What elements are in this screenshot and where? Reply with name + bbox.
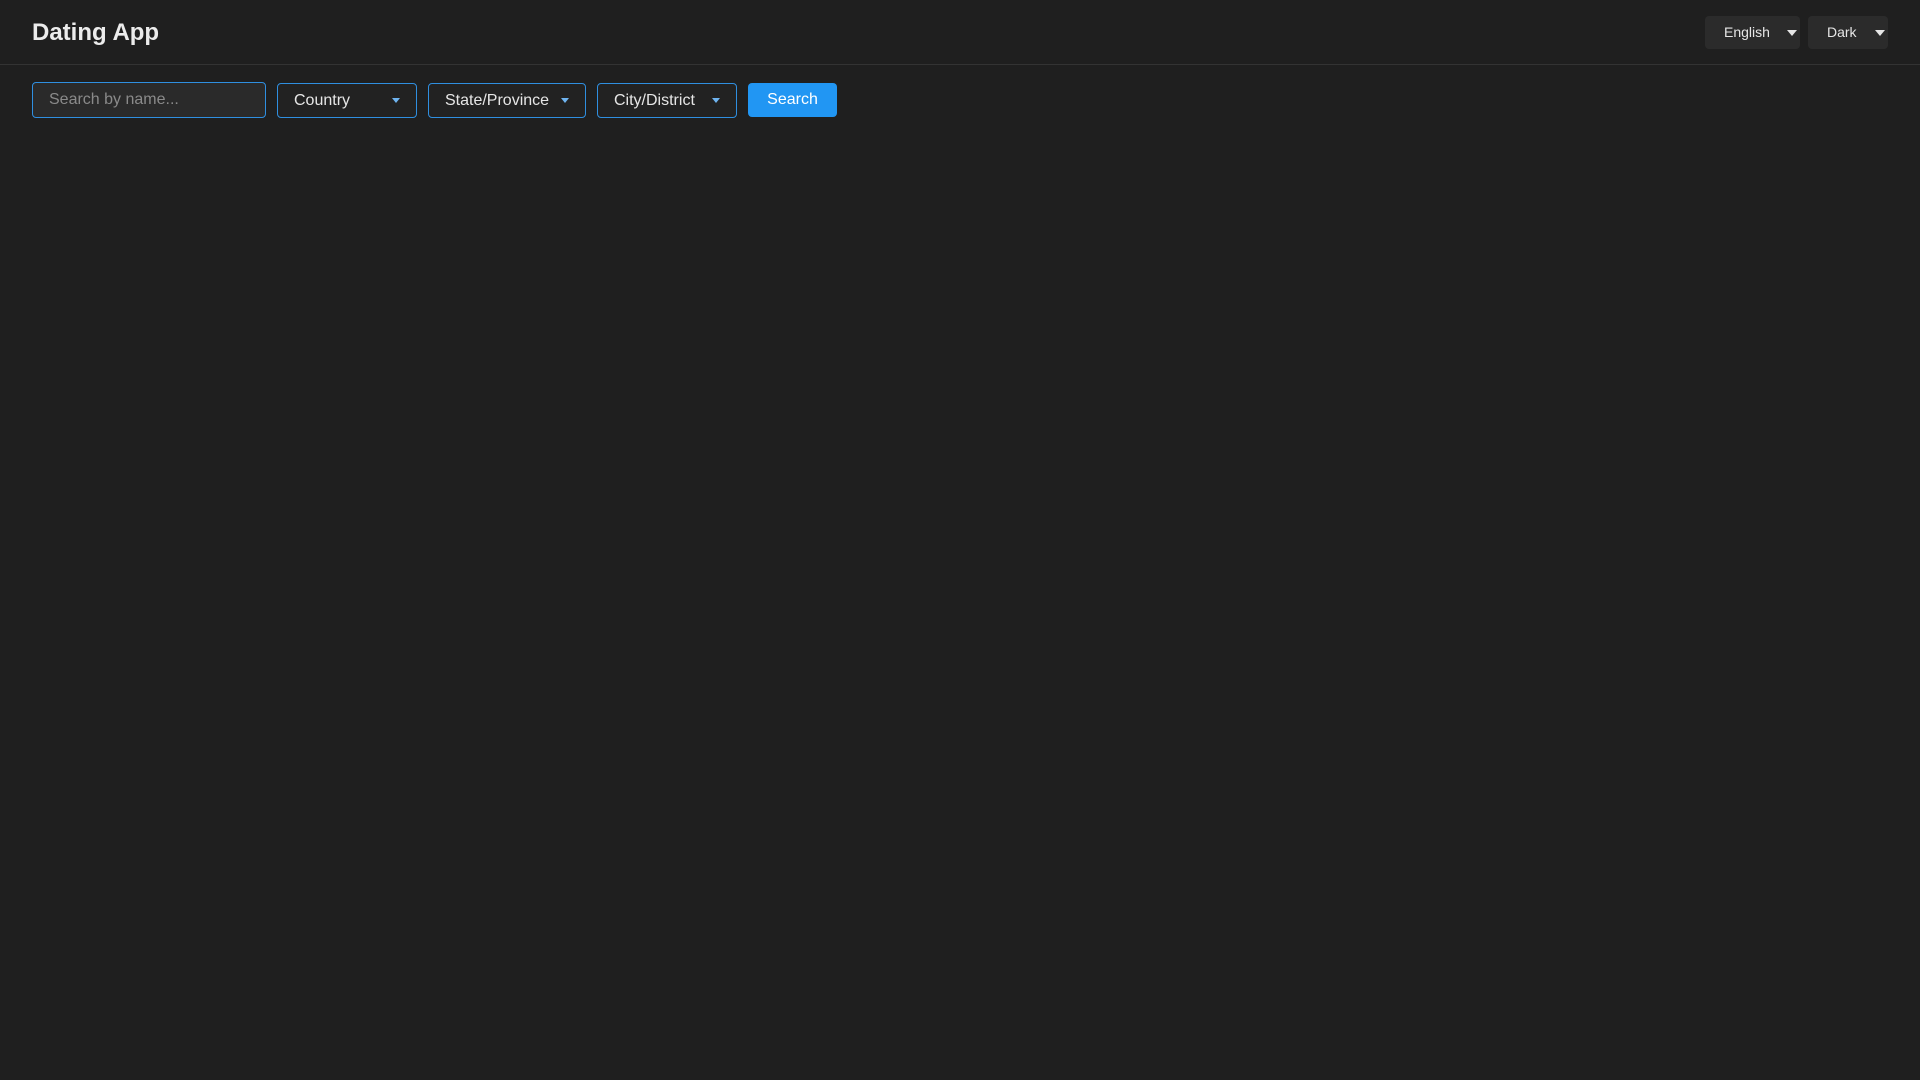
state-province-select[interactable]: State/Province: [428, 83, 586, 118]
chevron-down-icon: [392, 98, 400, 103]
theme-select-value: Dark: [1827, 24, 1857, 40]
chevron-down-icon: [1787, 30, 1797, 36]
city-district-select[interactable]: City/District: [597, 83, 737, 118]
theme-select[interactable]: Dark: [1808, 16, 1888, 49]
search-input[interactable]: [32, 82, 266, 118]
city-select-label: City/District: [614, 92, 695, 109]
search-filter-bar: Country State/Province City/District Sea…: [0, 82, 1920, 118]
language-select[interactable]: English: [1705, 16, 1800, 49]
app-title: Dating App: [32, 19, 160, 46]
state-select-label: State/Province: [445, 92, 550, 109]
chevron-down-icon: [561, 98, 569, 103]
chevron-down-icon: [712, 98, 720, 103]
language-select-value: English: [1724, 24, 1770, 40]
country-select-label: Country: [294, 92, 351, 109]
country-select[interactable]: Country: [277, 83, 417, 118]
app-header: Dating App English Dark: [0, 0, 1920, 65]
chevron-down-icon: [1875, 30, 1885, 36]
search-button[interactable]: Search: [748, 83, 837, 117]
